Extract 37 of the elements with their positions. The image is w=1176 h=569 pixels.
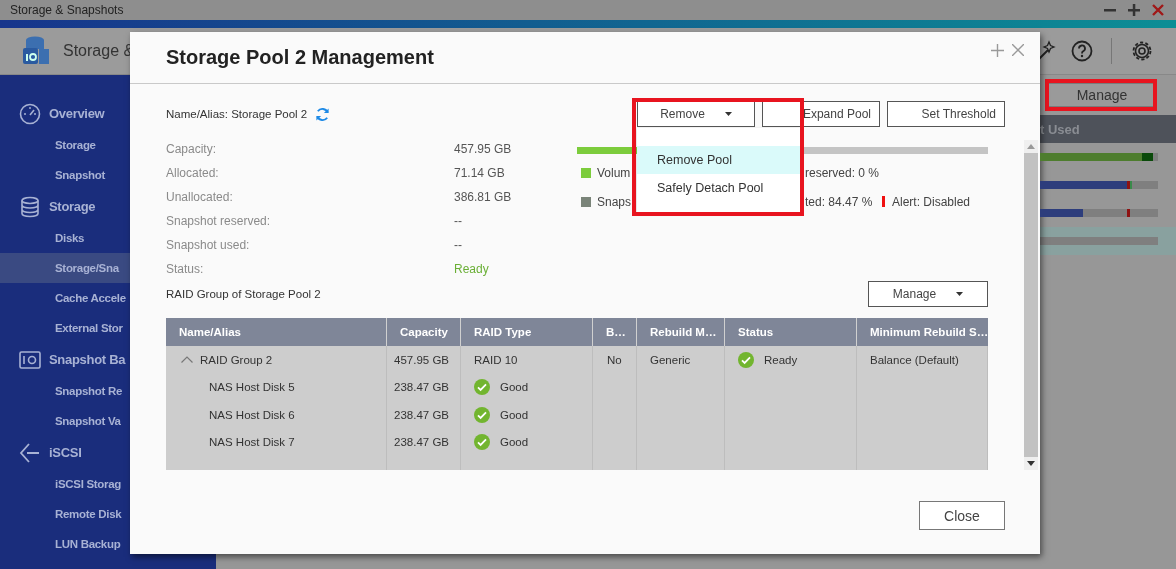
alert-label: Alert: Disabled [892,194,971,209]
table-cell: Good [500,436,529,449]
property-value: -- [454,214,463,228]
table-cell: RAID Group 2 [200,353,273,366]
table-cell: 238.47 GB [394,381,449,394]
table-cell: RAID 10 [474,353,518,366]
legend-detail: ted: 84.47 % [805,194,874,209]
property-value: 457.95 GB [454,142,513,156]
name-alias-label: Name/Alias: Storage Pool 2 [166,108,308,120]
table-cell: NAS Host Disk 7 [209,436,295,449]
table-cell: Generic [650,353,691,366]
property-label: Snapshot reserved: [166,214,272,228]
property-label: Status: [166,262,205,276]
table-cell: NAS Host Disk 6 [209,408,295,421]
property-label: Allocated: [166,166,220,180]
property-label: Unallocated: [166,190,234,204]
property-value: -- [454,238,463,252]
legend-label: Volum [597,165,631,180]
table-cell: No [607,353,622,366]
table-cell: 238.47 GB [394,408,449,421]
table-cell: NAS Host Disk 5 [209,381,295,394]
legend-label: Snaps [597,194,632,209]
property-value: Ready [454,262,490,276]
table-cell: 457.95 GB [394,353,449,366]
property-value: 386.81 GB [454,190,513,204]
table-cell: Good [500,381,529,394]
property-label: Snapshot used: [166,238,251,252]
legend-detail: reserved: 0 % [805,165,881,180]
property-value: 71.14 GB [454,166,506,180]
table-cell: Good [500,408,529,421]
table-cell: Balance (Default) [870,353,959,366]
window-title: Storage & Snapshots [10,3,125,17]
property-label: Capacity: [166,142,218,156]
table-cell: 238.47 GB [394,436,449,449]
section-title: RAID Group of Storage Pool 2 [166,288,321,300]
table-cell: Ready [764,353,798,366]
dialog-title: Storage Pool 2 Management [166,46,435,69]
